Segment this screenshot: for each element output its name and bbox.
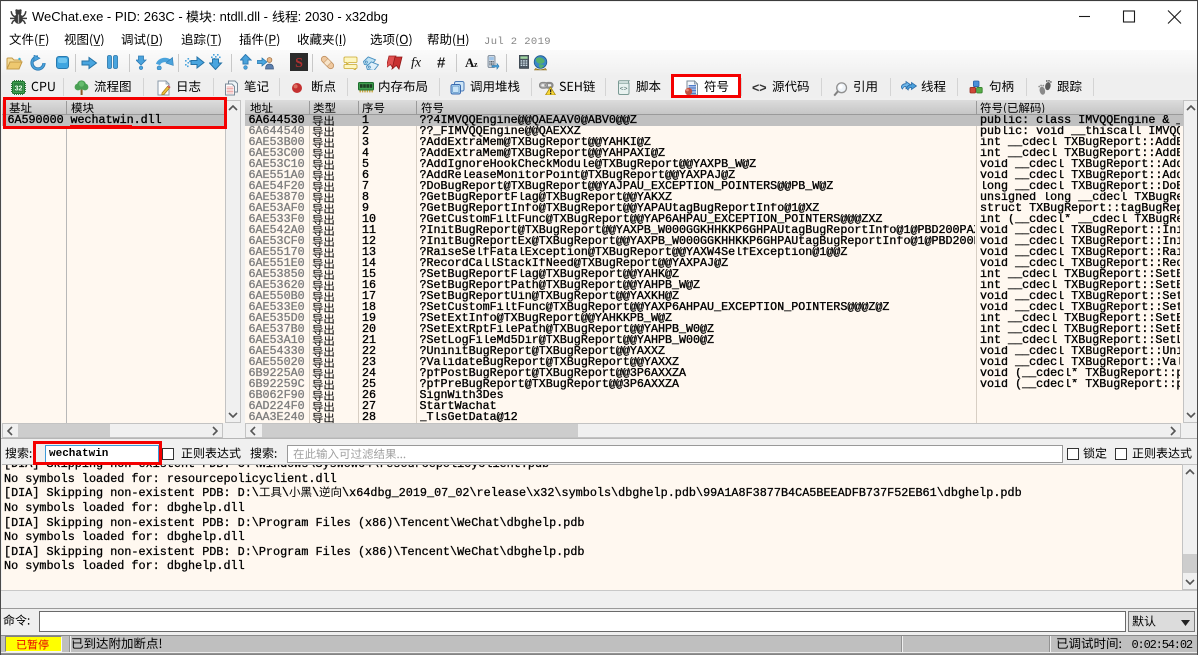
svg-text:<>: <> bbox=[619, 86, 627, 93]
svg-text:S: S bbox=[295, 56, 303, 71]
svg-text:#: # bbox=[437, 55, 446, 70]
svg-text:z: z bbox=[474, 60, 478, 69]
svg-text:fx: fx bbox=[411, 56, 422, 70]
svg-text:32: 32 bbox=[14, 85, 22, 92]
svg-text:<>: <> bbox=[752, 81, 767, 94]
